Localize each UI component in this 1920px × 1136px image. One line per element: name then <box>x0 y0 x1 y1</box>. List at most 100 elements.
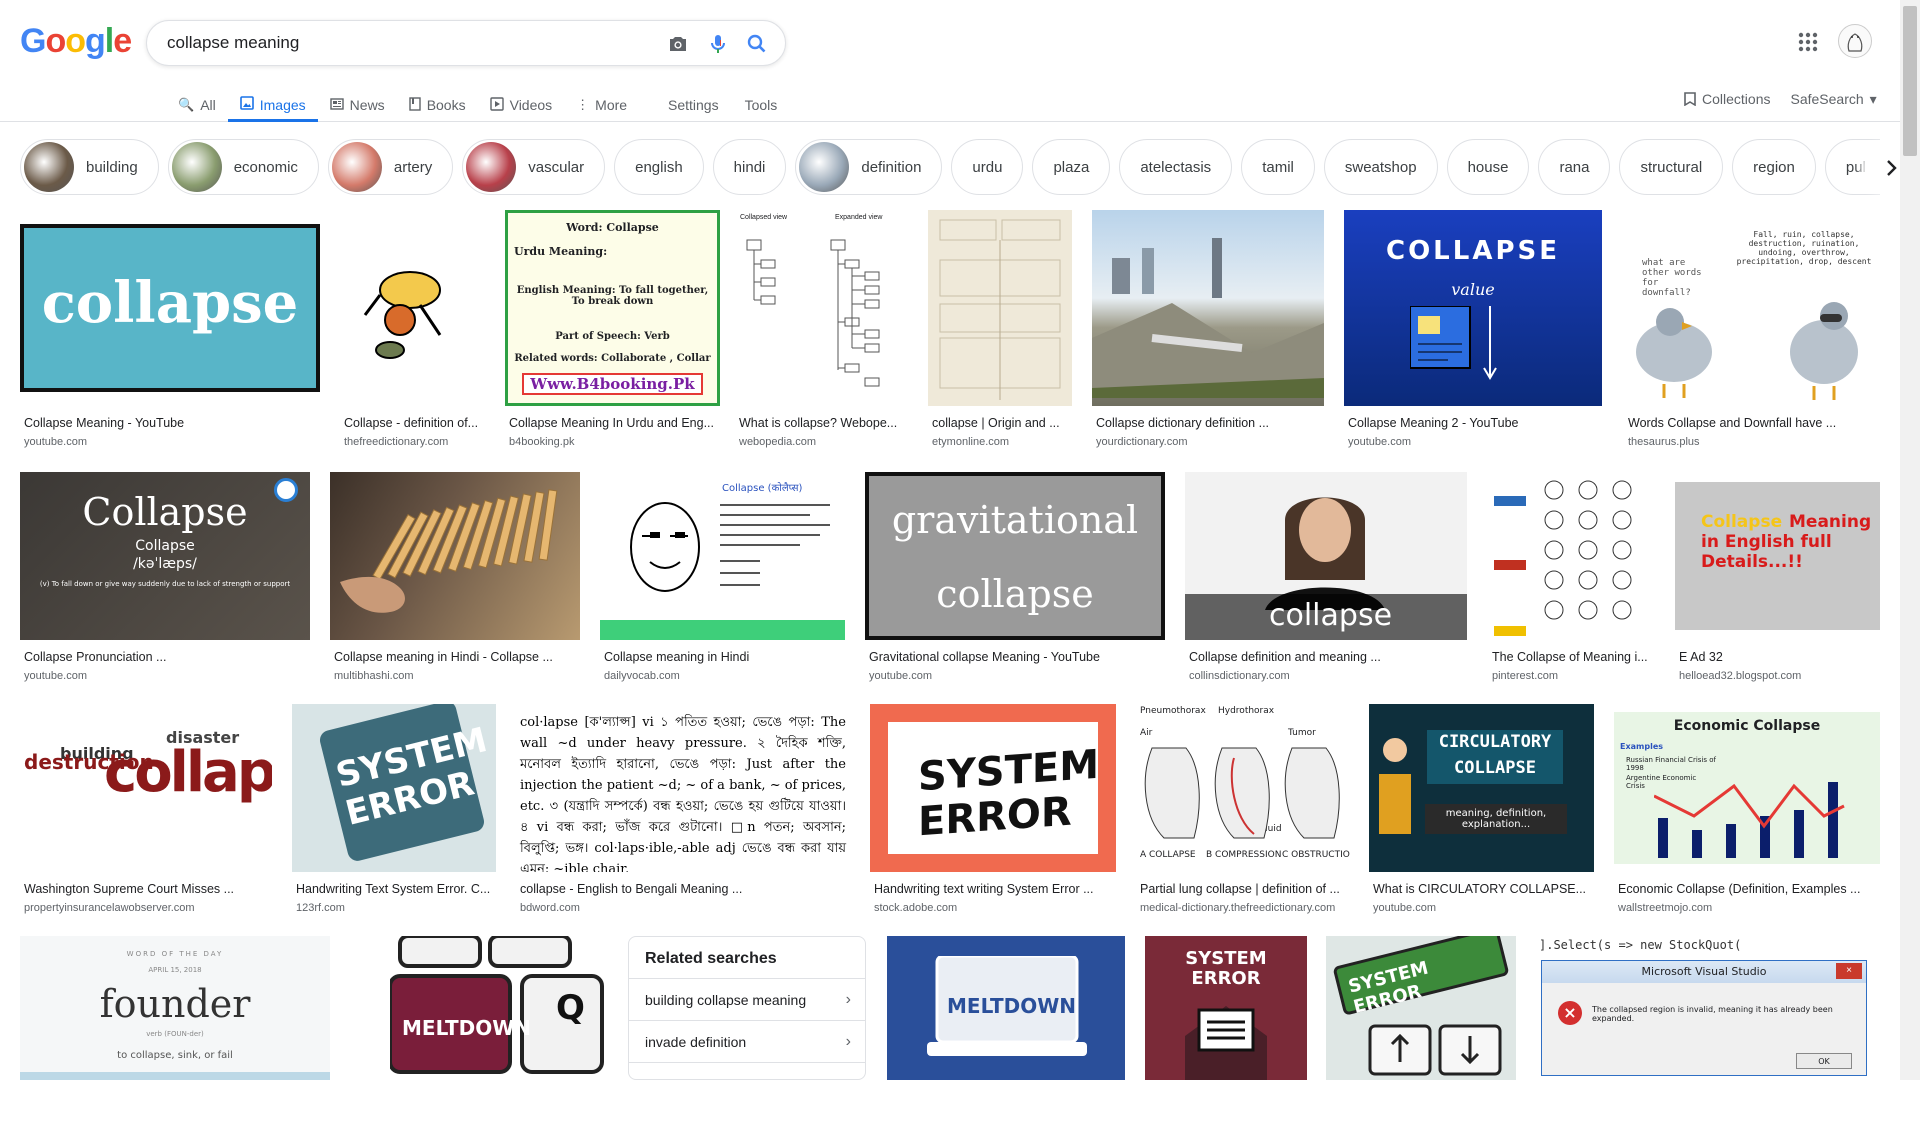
result-thumbnail[interactable]: buildingcollapsedestructiondisaster <box>20 704 272 872</box>
result-source[interactable]: bdword.com <box>520 902 841 914</box>
related-item[interactable] <box>629 1062 865 1079</box>
result-thumbnail[interactable]: collapse <box>20 210 320 406</box>
result-thumbnail[interactable]: MELTDOWN Q <box>350 936 608 1080</box>
result-source[interactable]: youtube.com <box>24 670 302 682</box>
result-thumbnail[interactable]: COLLAPSE value <box>1344 210 1602 406</box>
image-result[interactable]: The Collapse of Meaning i... pinterest.co… <box>1488 472 1655 696</box>
image-result[interactable]: Collapsed view Expanded view What is colla… <box>735 210 907 462</box>
image-result[interactable]: Collapse dictionary definition ... yourdi… <box>1092 210 1324 462</box>
image-result[interactable]: Pneumothorax Hydrothorax Air Tumor Fluid A CO… <box>1136 704 1350 928</box>
tab-news[interactable]: News <box>318 90 397 120</box>
chip-sweatshop[interactable]: sweatshop <box>1323 139 1438 195</box>
result-title[interactable]: Partial lung collapse | definition of ..… <box>1140 882 1345 896</box>
search-input[interactable] <box>167 32 647 54</box>
result-title[interactable]: Collapse Meaning - YouTube <box>24 416 312 430</box>
result-source[interactable]: webopedia.com <box>739 436 904 448</box>
apps-grid-icon[interactable] <box>1796 30 1820 54</box>
result-thumbnail[interactable]: collapse <box>1185 472 1467 640</box>
result-title[interactable]: The Collapse of Meaning i... <box>1492 650 1652 664</box>
chip-tamil[interactable]: tamil <box>1241 139 1315 195</box>
tab-images[interactable]: Images <box>227 90 318 122</box>
result-thumbnail[interactable]: SYSTEM ERROR <box>1326 936 1516 1080</box>
image-result[interactable]: collapse Collapse definition and meaning … <box>1185 472 1467 696</box>
tab-more[interactable]: ⋮ More <box>564 90 639 120</box>
chip-hindi[interactable]: hindi <box>712 139 787 195</box>
result-source[interactable]: youtube.com <box>24 436 312 448</box>
result-thumbnail[interactable]: Collapsed view Expanded view <box>735 210 907 406</box>
chip-english[interactable]: english <box>614 139 704 195</box>
chip-economic[interactable]: economic <box>167 139 319 195</box>
result-thumbnail[interactable] <box>1092 210 1324 406</box>
result-source[interactable]: multibhashi.com <box>334 670 574 682</box>
result-title[interactable]: Collapse meaning in Hindi - Collapse ... <box>334 650 574 664</box>
result-title[interactable]: What is collapse? Webope... <box>739 416 904 430</box>
scrollbar-thumb[interactable] <box>1903 6 1917 156</box>
result-thumbnail[interactable]: SYSTEM ERROR <box>292 704 496 872</box>
result-source[interactable]: thesaurus.plus <box>1628 436 1874 448</box>
image-result[interactable]: MELTDOWN <box>887 936 1125 1136</box>
result-thumbnail[interactable] <box>1488 472 1655 640</box>
result-title[interactable]: Collapse Meaning In Urdu and Eng... <box>509 416 715 430</box>
result-title[interactable]: Collapse Meaning 2 - YouTube <box>1348 416 1596 430</box>
result-title[interactable]: Collapse - definition of... <box>344 416 480 430</box>
avatar[interactable] <box>1838 24 1872 58</box>
chip-vascular[interactable]: vascular <box>462 139 606 195</box>
result-thumbnail[interactable]: SYSTEM ERROR <box>1145 936 1307 1080</box>
result-source[interactable]: dailyvocab.com <box>604 670 839 682</box>
result-title[interactable]: collapse | Origin and ... <box>932 416 1070 430</box>
image-result[interactable]: SYSTEM ERROR Handwriting text writing Syst… <box>870 704 1116 928</box>
chip-building[interactable]: building <box>20 139 159 195</box>
tab-all[interactable]: 🔍 All <box>166 90 228 120</box>
result-title[interactable]: Economic Collapse (Definition, Examples … <box>1618 882 1873 896</box>
result-source[interactable]: b4booking.pk <box>509 436 715 448</box>
image-result[interactable]: WORD OF THE DAY APRIL 15, 2018 founder verb… <box>20 936 330 1136</box>
result-title[interactable]: collapse - English to Bengali Meaning ..… <box>520 882 841 896</box>
image-result[interactable]: Collapse - definition of... thefreedictio… <box>340 210 482 462</box>
image-result[interactable]: Collapse (कोलैप्स) Collapse meaning in Hi… <box>600 472 845 696</box>
image-result[interactable]: SYSTEM ERROR Handwriting Text System Error… <box>292 704 496 928</box>
camera-icon[interactable] <box>666 32 690 56</box>
image-result[interactable]: buildingcollapsedestructiondisaster Washi… <box>20 704 272 928</box>
result-title[interactable]: Gravitational collapse Meaning - YouTube <box>869 650 1157 664</box>
result-source[interactable]: stock.adobe.com <box>874 902 1110 914</box>
result-thumbnail[interactable] <box>330 472 580 640</box>
result-thumbnail[interactable]: CIRCULATORY COLLAPSE meaning, definition, … <box>1369 704 1594 872</box>
result-title[interactable]: Collapse meaning in Hindi <box>604 650 839 664</box>
scrollbar[interactable] <box>1900 0 1920 1080</box>
image-result[interactable]: Collapse meaning in Hindi - Collapse ...… <box>330 472 580 696</box>
chip-house[interactable]: house <box>1446 139 1530 195</box>
result-source[interactable]: medical-dictionary.thefreedictionary.com <box>1140 902 1345 914</box>
image-result[interactable]: Economic Collapse Examples Russian Financi… <box>1614 704 1880 928</box>
image-result[interactable]: MELTDOWN Q <box>350 936 608 1136</box>
chip-artery[interactable]: artery <box>327 139 454 195</box>
search-box[interactable] <box>146 20 786 66</box>
result-title[interactable]: Handwriting text writing System Error ..… <box>874 882 1110 896</box>
result-source[interactable]: youtube.com <box>1373 902 1589 914</box>
result-title[interactable]: What is CIRCULATORY COLLAPSE... <box>1373 882 1589 896</box>
collections-button[interactable]: Collections <box>1684 90 1770 108</box>
tools-button[interactable]: Tools <box>745 90 778 120</box>
result-title[interactable]: Collapse dictionary definition ... <box>1096 416 1319 430</box>
result-title[interactable]: Washington Supreme Court Misses ... <box>24 882 266 896</box>
image-result[interactable]: col·lapse [ক'ল্যাপ্স] vi ১ পতিত হওয়া; ভ… <box>516 704 850 928</box>
image-result[interactable]: SYSTEM ERROR <box>1326 936 1516 1136</box>
result-thumbnail[interactable]: Collapse Meaning in English full Details.… <box>1675 472 1880 640</box>
result-source[interactable]: 123rf.com <box>296 902 492 914</box>
chip-definition[interactable]: definition <box>795 139 943 195</box>
chip-rana[interactable]: rana <box>1538 139 1611 195</box>
result-title[interactable]: Handwriting Text System Error. C... <box>296 882 492 896</box>
result-thumbnail[interactable]: Collapse (कोलैप्स) <box>600 472 845 640</box>
result-thumbnail[interactable]: gravitational collapse <box>865 472 1165 640</box>
image-result[interactable]: ].Select(s => new StockQuot(Microsoft Vi… <box>1535 936 1880 1136</box>
image-result[interactable]: what are other words for downfall? Fall, … <box>1624 210 1880 462</box>
result-thumbnail[interactable] <box>340 210 482 406</box>
result-title[interactable]: Words Collapse and Downfall have ... <box>1628 416 1874 430</box>
result-thumbnail[interactable]: col·lapse [ক'ল্যাপ্স] vi ১ পতিত হওয়া; ভ… <box>516 704 850 872</box>
result-thumbnail[interactable]: Pneumothorax Hydrothorax Air Tumor Fluid A CO… <box>1136 704 1350 872</box>
google-logo[interactable]: Google <box>20 22 132 61</box>
safesearch-button[interactable]: SafeSearch ▾ <box>1790 90 1876 108</box>
chip-atelectasis[interactable]: atelectasis <box>1119 139 1233 195</box>
result-source[interactable]: thefreedictionary.com <box>344 436 480 448</box>
result-title[interactable]: Collapse Pronunciation ... <box>24 650 302 664</box>
result-thumbnail[interactable]: Collapse Collapse/kəˈlæps/ (v) To fall dow… <box>20 472 310 640</box>
